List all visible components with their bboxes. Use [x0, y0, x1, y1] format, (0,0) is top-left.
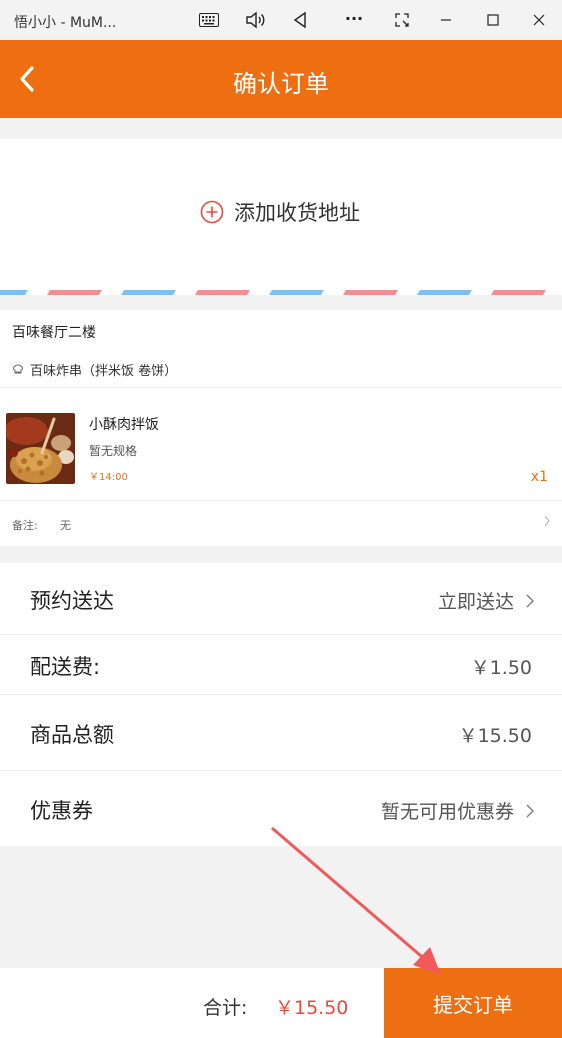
coupon-value: 暂无可用优惠券 — [380, 801, 514, 823]
submit-order-button[interactable]: 提交订单 — [384, 968, 562, 1038]
stripe-segment — [343, 290, 398, 295]
order-card: 百味餐厅二楼 百味炸串（拌米饭 卷饼） 小酥肉拌饭 暂无规格 ￥14:00 x1… — [0, 310, 562, 546]
delivery-fee-row: 配送费: ￥1.50 — [0, 635, 562, 695]
stripe-segment — [47, 290, 102, 295]
app-header: 确认订单 — [0, 40, 562, 118]
chevron-right-icon — [544, 515, 550, 527]
order-settings: 预约送达 立即送达 配送费: ￥1.50 商品总额 ￥15.50 优惠券 暂无可… — [0, 563, 562, 846]
stripe-segment — [195, 290, 250, 295]
product-quantity: x1 — [530, 469, 548, 485]
more-icon[interactable]: ··· — [342, 6, 366, 30]
volume-icon[interactable] — [243, 8, 267, 32]
checkout-bar: 合计: ￥15.50 提交订单 — [0, 968, 562, 1038]
note-label: 备注: — [12, 519, 38, 532]
goods-total-value: ￥15.50 — [458, 725, 532, 747]
store-name: 百味餐厅二楼 — [12, 325, 96, 341]
stripe-segment — [121, 290, 176, 295]
divider — [0, 500, 562, 501]
total-label: 合计: — [203, 997, 248, 1019]
page-title: 确认订单 — [233, 70, 329, 98]
add-address-label: 添加收货地址 — [234, 201, 360, 225]
close-icon[interactable] — [527, 8, 551, 32]
coupon-value-wrap: 暂无可用优惠券 — [381, 797, 534, 824]
delivery-time-value: 立即送达 — [437, 591, 514, 613]
delivery-time-row[interactable]: 预约送达 立即送达 — [0, 563, 562, 635]
note-value: 无 — [60, 519, 71, 532]
delivery-fee-value: ￥1.50 — [470, 657, 532, 679]
stripe-segment — [269, 290, 324, 295]
chef-hat-icon — [13, 364, 23, 374]
total-value: ￥15.50 — [275, 997, 349, 1019]
window-title: 悟小小 - MuM... — [14, 15, 117, 31]
maximize-icon[interactable] — [481, 8, 505, 32]
chevron-right-icon — [526, 804, 534, 817]
delivery-time-value-wrap: 立即送达 — [438, 587, 534, 614]
coupon-label: 优惠券 — [30, 799, 93, 823]
envelope-stripe — [0, 285, 562, 295]
add-address-button[interactable]: 添加收货地址 — [200, 197, 360, 227]
divider — [0, 387, 562, 388]
delivery-time-label: 预约送达 — [30, 589, 114, 613]
stripe-segment — [0, 290, 28, 295]
stripe-segment — [491, 290, 546, 295]
product-price: ￥14:00 — [89, 472, 128, 483]
back-triangle-icon[interactable] — [288, 8, 312, 32]
window-titlebar: 悟小小 - MuM... ··· — [0, 0, 562, 40]
stripe-pattern — [0, 290, 546, 295]
plus-circle-icon — [200, 200, 224, 224]
shop-name: 百味炸串（拌米饭 卷饼） — [30, 364, 178, 379]
delivery-fee-label: 配送费: — [30, 655, 101, 679]
coupon-row[interactable]: 优惠券 暂无可用优惠券 — [0, 771, 562, 846]
product-image[interactable] — [6, 413, 75, 484]
screen-resize-icon[interactable] — [390, 8, 414, 32]
minimize-icon[interactable] — [434, 8, 458, 32]
address-section: 添加收货地址 — [0, 139, 562, 285]
product-name: 小酥肉拌饭 — [89, 417, 159, 433]
goods-total-row: 商品总额 ￥15.50 — [0, 695, 562, 771]
keyboard-icon[interactable] — [197, 8, 221, 32]
goods-total-label: 商品总额 — [30, 723, 114, 747]
shop-line: 百味炸串（拌米饭 卷饼） — [12, 360, 177, 379]
chevron-right-icon — [526, 594, 534, 607]
stripe-segment — [417, 290, 472, 295]
product-spec: 暂无规格 — [89, 444, 138, 458]
